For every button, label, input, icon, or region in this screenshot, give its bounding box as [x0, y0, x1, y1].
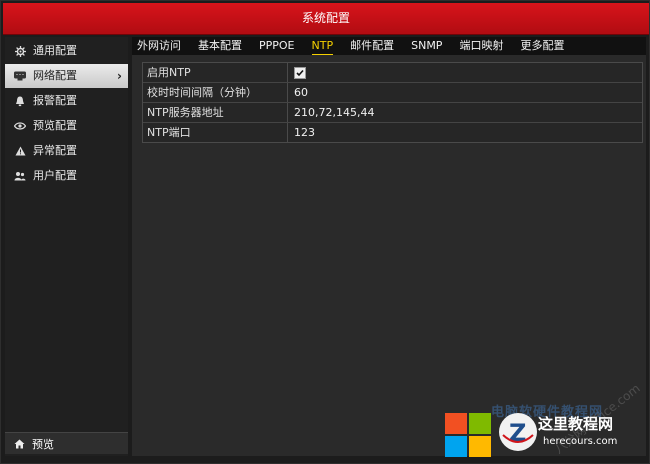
- watermark-site-url: herecours.com: [543, 436, 618, 447]
- sidebar-item-users[interactable]: 用户配置: [5, 164, 128, 188]
- sidebar-item-label: 网络配置: [33, 69, 77, 82]
- warning-icon: [14, 145, 26, 157]
- enable-ntp-label: 启用NTP: [143, 63, 288, 82]
- sidebar-item-exception[interactable]: 异常配置: [5, 139, 128, 163]
- ntp-form: 启用NTP 校时时间间隔（分钟） 60 NTP服务器地址 210,72,145,…: [142, 62, 643, 143]
- watermark-badge-icon: Z: [499, 413, 537, 451]
- tab-external-access[interactable]: 外网访问: [137, 38, 181, 54]
- main-panel: 外网访问 基本配置 PPPOE NTP 邮件配置 SNMP 端口映射 更多配置 …: [132, 37, 646, 456]
- network-icon: [14, 70, 26, 82]
- enable-ntp-checkbox[interactable]: [294, 67, 306, 79]
- sidebar: 通用配置 网络配置 › 报警配置 预览配置 异常配置 用户配置 预览: [5, 37, 128, 456]
- users-icon: [14, 170, 26, 182]
- tab-port-mapping[interactable]: 端口映射: [459, 38, 503, 54]
- window-title: 系统配置: [3, 3, 649, 35]
- eye-icon: [14, 120, 26, 132]
- ntp-port-field[interactable]: 123: [288, 123, 642, 142]
- ntp-server-label: NTP服务器地址: [143, 103, 288, 122]
- tab-snmp[interactable]: SNMP: [411, 38, 442, 54]
- tab-pppoe[interactable]: PPPOE: [259, 38, 295, 54]
- ntp-port-label: NTP端口: [143, 123, 288, 142]
- home-icon: [14, 439, 25, 449]
- sync-interval-field[interactable]: 60: [288, 83, 642, 102]
- tab-basic-config[interactable]: 基本配置: [198, 38, 242, 54]
- alarm-icon: [14, 95, 26, 107]
- sidebar-item-preview-config[interactable]: 预览配置: [5, 114, 128, 138]
- gear-icon: [14, 45, 26, 57]
- sidebar-item-general[interactable]: 通用配置: [5, 39, 128, 63]
- form-row-enable-ntp: 启用NTP: [143, 63, 642, 82]
- tab-bar: 外网访问 基本配置 PPPOE NTP 邮件配置 SNMP 端口映射 更多配置: [132, 37, 646, 55]
- ntp-server-field[interactable]: 210,72,145,44: [288, 103, 642, 122]
- settings-window: 系统配置 通用配置 网络配置 › 报警配置 预览配置 异常配置 用户配置 预览 …: [0, 0, 650, 464]
- tab-more-config[interactable]: 更多配置: [520, 38, 564, 54]
- sidebar-item-label: 预览配置: [33, 119, 77, 132]
- chevron-right-icon: ›: [117, 69, 122, 83]
- sidebar-item-network[interactable]: 网络配置 ›: [5, 64, 128, 88]
- sidebar-item-label: 通用配置: [33, 44, 77, 57]
- form-row-sync-interval: 校时时间间隔（分钟） 60: [143, 82, 642, 102]
- sidebar-item-alarm[interactable]: 报警配置: [5, 89, 128, 113]
- preview-button[interactable]: 预览: [5, 432, 128, 454]
- site-watermark: 电脑软硬件教程网 Z 这里教程网 herecours.com: [443, 403, 649, 463]
- tab-ntp[interactable]: NTP: [311, 38, 333, 55]
- windows-logo-icon: [445, 413, 491, 457]
- watermark-site-name: 这里教程网: [538, 415, 614, 433]
- sync-interval-label: 校时时间间隔（分钟）: [143, 83, 288, 102]
- sidebar-item-label: 异常配置: [33, 144, 77, 157]
- sidebar-item-label: 报警配置: [33, 94, 77, 107]
- sidebar-item-label: 用户配置: [33, 169, 77, 182]
- preview-label: 预览: [32, 437, 54, 451]
- tab-email-config[interactable]: 邮件配置: [350, 38, 394, 54]
- form-row-ntp-port: NTP端口 123: [143, 122, 642, 142]
- checkmark-icon: [296, 69, 304, 77]
- form-row-ntp-server: NTP服务器地址 210,72,145,44: [143, 102, 642, 122]
